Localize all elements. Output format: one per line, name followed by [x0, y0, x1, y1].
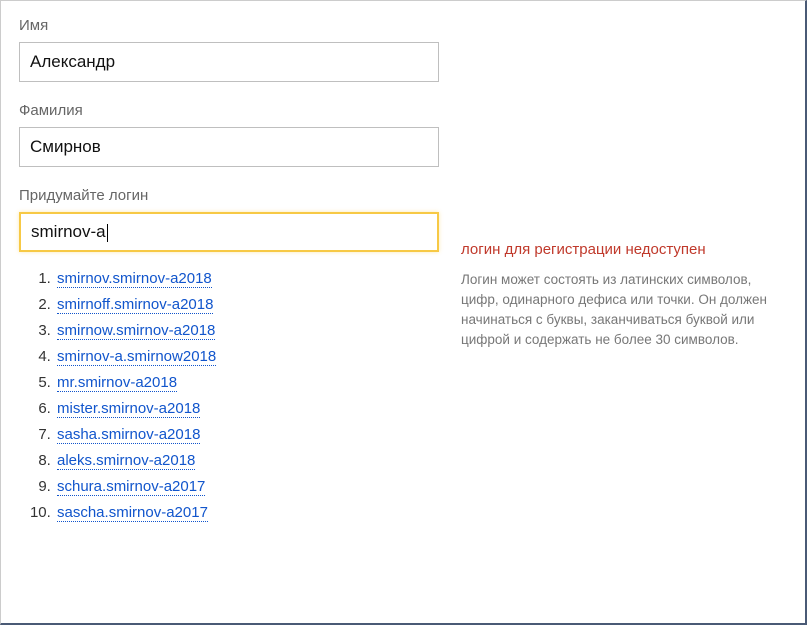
login-hint-text: Логин может состоять из латинских символ… — [461, 270, 781, 351]
login-suggestions-list: smirnov.smirnov-a2018 smirnoff.smirnov-a… — [27, 270, 449, 521]
form-column: Имя Фамилия Придумайте логин smirnov-a s… — [19, 17, 449, 530]
text-caret-icon — [107, 224, 108, 242]
login-error-panel: логин для регистрации недоступен Логин м… — [461, 239, 781, 351]
list-item: smirnov-a.smirnow2018 — [55, 348, 449, 365]
login-suggestion-link[interactable]: aleks.smirnov-a2018 — [57, 452, 195, 470]
login-suggestion-link[interactable]: sascha.smirnov-a2017 — [57, 504, 208, 522]
login-field-block: Придумайте логин smirnov-a — [19, 187, 449, 252]
last-name-input[interactable] — [19, 127, 439, 167]
list-item: aleks.smirnov-a2018 — [55, 452, 449, 469]
list-item: mr.smirnov-a2018 — [55, 374, 449, 391]
login-suggestion-link[interactable]: mister.smirnov-a2018 — [57, 400, 200, 418]
login-suggestion-link[interactable]: smirnow.smirnov-a2018 — [57, 322, 215, 340]
login-label: Придумайте логин — [19, 187, 449, 204]
list-item: mister.smirnov-a2018 — [55, 400, 449, 417]
first-name-field-block: Имя — [19, 17, 449, 82]
login-suggestion-link[interactable]: smirnoff.smirnov-a2018 — [57, 296, 213, 314]
list-item: smirnoff.smirnov-a2018 — [55, 296, 449, 313]
list-item: sascha.smirnov-a2017 — [55, 504, 449, 521]
first-name-input[interactable] — [19, 42, 439, 82]
registration-form-window: Имя Фамилия Придумайте логин smirnov-a s… — [0, 0, 807, 625]
list-item: sasha.smirnov-a2018 — [55, 426, 449, 443]
last-name-label: Фамилия — [19, 102, 449, 119]
login-suggestion-link[interactable]: smirnov-a.smirnow2018 — [57, 348, 216, 366]
login-suggestion-link[interactable]: mr.smirnov-a2018 — [57, 374, 177, 392]
login-input-value: smirnov-a — [31, 222, 106, 241]
first-name-label: Имя — [19, 17, 449, 34]
login-input[interactable]: smirnov-a — [19, 212, 439, 252]
login-error-title: логин для регистрации недоступен — [461, 239, 781, 262]
login-suggestion-link[interactable]: schura.smirnov-a2017 — [57, 478, 205, 496]
last-name-field-block: Фамилия — [19, 102, 449, 167]
list-item: schura.smirnov-a2017 — [55, 478, 449, 495]
list-item: smirnov.smirnov-a2018 — [55, 270, 449, 287]
login-suggestion-link[interactable]: smirnov.smirnov-a2018 — [57, 270, 212, 288]
login-suggestion-link[interactable]: sasha.smirnov-a2018 — [57, 426, 200, 444]
list-item: smirnow.smirnov-a2018 — [55, 322, 449, 339]
